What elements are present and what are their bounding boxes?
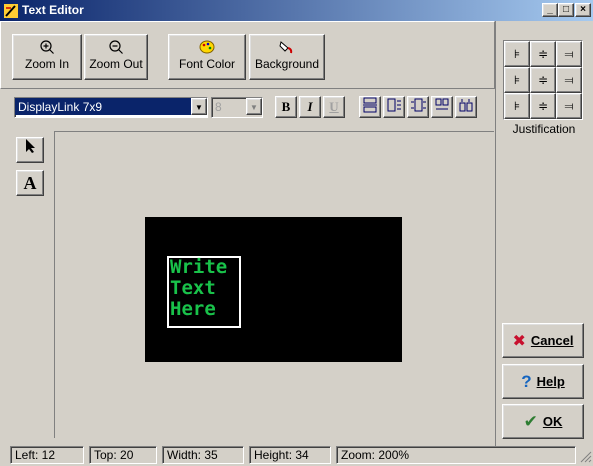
background-button[interactable]: Background	[249, 34, 325, 80]
close-button[interactable]: ×	[575, 3, 591, 17]
justify-middle-center[interactable]: ≑	[530, 67, 556, 93]
status-left: Left: 12	[10, 446, 84, 464]
cancel-button[interactable]: ✖ Cancel	[502, 323, 584, 358]
align-vertical-top-icon[interactable]	[359, 96, 381, 118]
app-icon	[3, 3, 19, 19]
justification-grid: ⊧ ≑ ⫤ ⊧ ≑ ⫤ ⊧ ≑ ⫤	[503, 40, 583, 120]
align-center-icon[interactable]	[407, 96, 429, 118]
led-line-1: Write	[170, 256, 228, 278]
zoom-in-icon	[13, 39, 81, 55]
text-tool[interactable]: A	[16, 170, 44, 196]
distribute-vertical-icon[interactable]	[431, 96, 453, 118]
x-icon: ✖	[512, 332, 526, 350]
font-name-value: DisplayLink 7x9	[15, 98, 191, 115]
ok-button[interactable]: ✔ OK	[502, 404, 584, 439]
help-button[interactable]: ? Help	[502, 364, 584, 399]
led-text[interactable]: Write Text Here	[170, 257, 227, 320]
zoom-in-button[interactable]: Zoom In	[12, 34, 82, 80]
zoom-out-label: Zoom Out	[89, 57, 143, 71]
resize-grip-icon[interactable]	[578, 449, 592, 463]
font-name-select[interactable]: DisplayLink 7x9 ▼	[14, 97, 208, 118]
palette-icon	[169, 39, 245, 55]
zoom-in-label: Zoom In	[24, 57, 69, 71]
led-line-2: Text	[170, 277, 216, 299]
question-icon: ?	[521, 371, 532, 391]
justify-bottom-right[interactable]: ⫤	[556, 93, 582, 119]
background-label: Background	[254, 57, 320, 71]
justification-label: Justification	[512, 122, 576, 136]
justify-top-center[interactable]: ≑	[530, 41, 556, 67]
zoom-out-icon	[85, 39, 147, 55]
italic-button[interactable]: I	[299, 96, 321, 118]
cancel-label: Cancel	[530, 333, 574, 348]
align-left-edge-icon[interactable]	[383, 96, 405, 118]
justify-middle-left[interactable]: ⊧	[504, 67, 530, 93]
minimize-button[interactable]: _	[542, 3, 558, 17]
maximize-button[interactable]: □	[558, 3, 574, 17]
justify-top-left[interactable]: ⊧	[504, 41, 530, 67]
led-line-3: Here	[170, 298, 216, 320]
font-color-label: Font Color	[178, 57, 236, 71]
paint-bucket-icon	[250, 39, 324, 55]
chevron-down-icon[interactable]: ▼	[246, 98, 262, 115]
status-width: Width: 35	[162, 446, 244, 464]
title-bar[interactable]	[0, 0, 593, 21]
justify-bottom-left[interactable]: ⊧	[504, 93, 530, 119]
status-zoom: Zoom: 200%	[336, 446, 576, 464]
justify-middle-right[interactable]: ⫤	[556, 67, 582, 93]
window-title: Text Editor	[22, 3, 84, 17]
chevron-down-icon[interactable]: ▼	[191, 98, 207, 115]
underline-button[interactable]: U	[323, 96, 345, 118]
bold-button[interactable]: B	[275, 96, 297, 118]
ok-label: OK	[542, 414, 563, 429]
check-icon: ✔	[523, 411, 538, 431]
status-top: Top: 20	[89, 446, 157, 464]
select-arrow-tool[interactable]	[16, 137, 44, 163]
align-bottom-icon[interactable]	[455, 96, 477, 118]
zoom-out-button[interactable]: Zoom Out	[84, 34, 148, 80]
font-color-button[interactable]: Font Color	[168, 34, 246, 80]
status-height: Height: 34	[249, 446, 331, 464]
font-size-select[interactable]: 8 ▼	[211, 97, 263, 118]
justify-bottom-center[interactable]: ≑	[530, 93, 556, 119]
justify-top-right[interactable]: ⫤	[556, 41, 582, 67]
help-label: Help	[536, 374, 565, 389]
